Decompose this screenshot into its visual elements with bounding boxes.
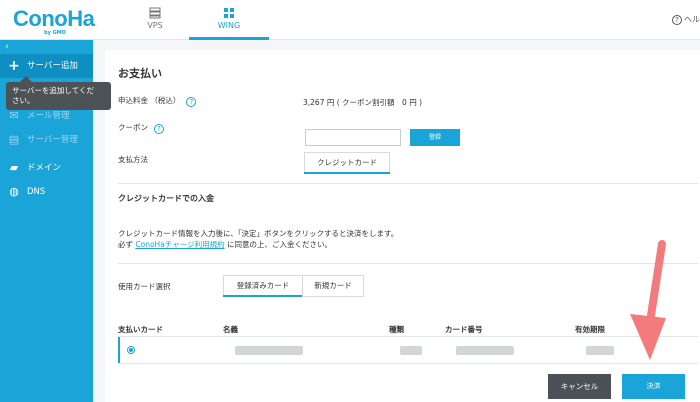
tab-wing[interactable]: WING [189, 0, 269, 40]
main-area: お支払い 申込料金 （税込）? 3,267 円 ( クーポン割引額 0 円 ) … [93, 40, 700, 402]
card-select-label: 使用カード選択 [118, 282, 171, 291]
tab-registered-card[interactable]: 登録済みカード [223, 275, 303, 297]
col-header-number: カード番号 [445, 325, 483, 334]
wing-icon [224, 8, 234, 18]
fee-label: 申込料金 （税込） [118, 96, 181, 105]
divider [118, 183, 698, 184]
sidebar-item-dns[interactable]: ◍ DNS [0, 180, 93, 204]
description-line-2: 必ず ConoHaチャージ利用規約 に同意の上、ご入金ください。 [118, 239, 398, 250]
mail-icon: ✉ [9, 109, 19, 122]
card-radio[interactable] [127, 346, 135, 354]
sidebar-item-add-server[interactable]: + サーバー追加 [0, 54, 93, 78]
col-header-type: 種類 [389, 325, 404, 334]
tab-credit-card[interactable]: クレジットカード [304, 152, 390, 174]
server-icon [149, 7, 161, 19]
redacted-type [400, 346, 422, 355]
fee-label-row: 申込料金 （税込）? [118, 95, 197, 107]
tab-active-underline [223, 295, 303, 297]
coupon-register-button[interactable]: 登録 [410, 129, 460, 146]
tab-vps[interactable]: VPS [115, 0, 195, 40]
tab-credit-card-label: クレジットカード [317, 158, 377, 167]
help-link[interactable]: ? ヘル [672, 14, 700, 25]
col-header-expiry: 有効期限 [575, 325, 605, 334]
help-label: ヘル [684, 15, 700, 24]
sidebar-item-domain[interactable]: ▰ ドメイン [0, 156, 93, 180]
server-icon: ▤ [8, 133, 20, 146]
terms-link[interactable]: ConoHaチャージ利用規約 [135, 240, 224, 249]
add-server-tooltip: サーバーを追加してくだ さい。 [6, 76, 111, 110]
description-prefix: 必ず [118, 240, 136, 249]
tooltip-line: サーバーを追加してくだ [12, 86, 94, 95]
divider [118, 263, 698, 264]
coupon-label-row: クーポン? [118, 122, 164, 134]
help-icon[interactable]: ? [154, 124, 164, 134]
col-header-card: 支払いカード [118, 325, 163, 334]
row-accent [118, 337, 120, 363]
payment-method-label: 支払方法 [118, 155, 148, 164]
sidebar-item-label: DNS [27, 187, 46, 197]
plus-icon: + [8, 58, 20, 74]
payment-card: お支払い 申込料金 （税込）? 3,267 円 ( クーポン割引額 0 円 ) … [105, 50, 700, 402]
pay-button[interactable]: 決済 [622, 374, 685, 399]
tab-new-card[interactable]: 新規カード [302, 275, 364, 297]
cancel-button[interactable]: キャンセル [548, 374, 611, 399]
tab-vps-label: VPS [147, 21, 163, 30]
col-header-name: 名義 [223, 325, 238, 334]
conoha-logo[interactable]: ConoHa [13, 6, 95, 32]
sidebar-item-label: サーバー追加 [27, 61, 78, 71]
table-row[interactable] [118, 336, 698, 364]
tab-registered-card-label: 登録済みカード [236, 281, 290, 290]
section-title: クレジットカードでの入金 [118, 194, 214, 203]
help-icon[interactable]: ? [186, 97, 197, 107]
tab-active-underline [304, 172, 390, 174]
app-root: ConoHa by GMO VPS WING ? ヘル ‹ + サーバー追加 ✉… [0, 0, 700, 402]
coupon-label: クーポン [118, 123, 148, 132]
annotation-arrow [630, 240, 666, 360]
chevron-left-icon[interactable]: ‹ [5, 42, 9, 52]
tooltip-line: さい。 [12, 96, 35, 105]
sidebar-item-label: ドメイン [27, 163, 62, 173]
sidebar-item-label: サーバー管理 [27, 135, 78, 145]
top-bar: ConoHa by GMO VPS WING ? ヘル [0, 0, 700, 40]
coupon-input[interactable] [305, 129, 401, 146]
domain-icon: ▰ [9, 161, 19, 174]
redacted-expiry [586, 346, 614, 355]
description-suffix: に同意の上、ご入金ください。 [224, 240, 332, 249]
help-icon: ? [672, 15, 682, 25]
tab-new-card-label: 新規カード [314, 281, 352, 290]
sidebar-item-label: メール管理 [27, 111, 70, 121]
fee-value: 3,267 円 ( クーポン割引額 0 円 ) [303, 98, 423, 107]
logo-sub: by GMO [44, 30, 66, 36]
page-title: お支払い [118, 67, 162, 80]
redacted-number [456, 346, 514, 355]
payment-description: クレジットカード情報を入力後に、「決定」ボタンをクリックすると決済をします。 必… [118, 228, 398, 250]
sidebar-item-server[interactable]: ▤ サーバー管理 [0, 128, 93, 152]
globe-icon: ◍ [9, 185, 19, 198]
description-line: クレジットカード情報を入力後に、「決定」ボタンをクリックすると決済をします。 [118, 229, 399, 238]
tab-wing-label: WING [217, 21, 241, 30]
redacted-name [235, 346, 303, 355]
